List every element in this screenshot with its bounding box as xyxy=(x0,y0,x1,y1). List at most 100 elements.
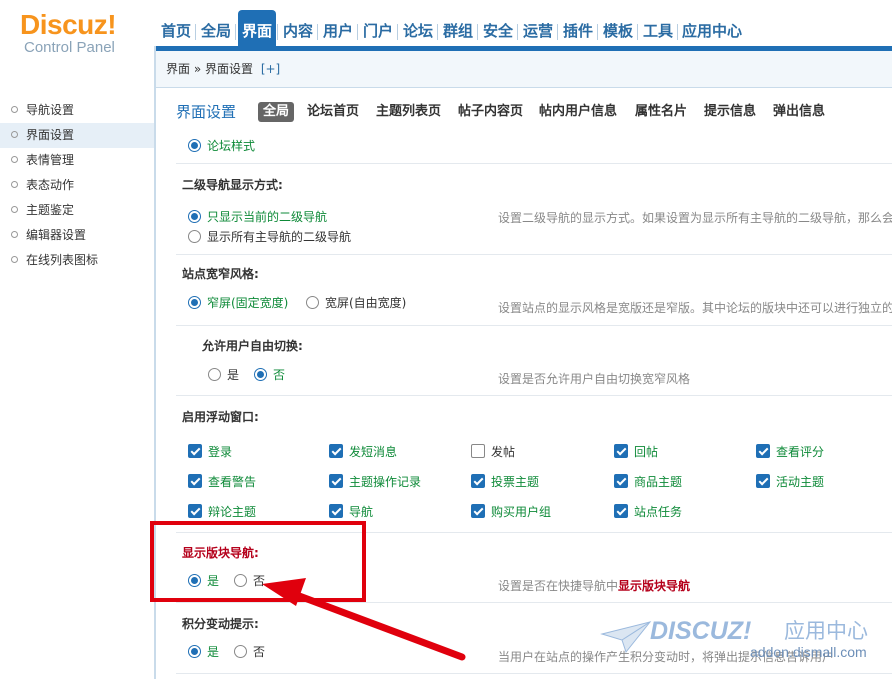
watermark-appcenter: 应用中心 xyxy=(784,619,868,643)
option-label: 是 xyxy=(207,645,220,659)
block-nav-description: 设置是否在快捷导航中显示版块导航 xyxy=(498,577,892,594)
subnav-tab-2[interactable]: 主题列表页 xyxy=(376,100,441,124)
credit-change-no-option[interactable]: 否 xyxy=(234,644,265,660)
subnav-tab-1[interactable]: 论坛首页 xyxy=(307,100,359,124)
divider xyxy=(176,325,892,326)
subnav-tab-0[interactable]: 全局 xyxy=(258,102,295,122)
float-window-checkbox-5[interactable]: 查看警告 xyxy=(188,474,256,490)
top-nav-tab-8[interactable]: 安全 xyxy=(480,10,516,46)
float-window-checkbox-13[interactable]: 站点任务 xyxy=(614,504,682,520)
top-nav-tab-1[interactable]: 全局 xyxy=(198,10,234,46)
bullet-icon xyxy=(11,256,18,263)
sidebar-item-3[interactable]: 表态动作 xyxy=(0,173,154,198)
radio-checked-icon xyxy=(254,368,267,381)
checkbox-checked-icon xyxy=(188,474,202,488)
checkbox-label: 商品主题 xyxy=(634,475,683,489)
sidebar-item-label: 编辑器设置 xyxy=(26,228,87,242)
user-switch-no-option[interactable]: 否 xyxy=(254,367,285,383)
option-label: 否 xyxy=(253,645,266,659)
radio-checked-icon xyxy=(188,210,201,223)
float-window-checkbox-2[interactable]: 发帖 xyxy=(471,444,515,460)
sidebar-item-0[interactable]: 导航设置 xyxy=(0,98,154,123)
width-wide-option[interactable]: 宽屏(自由宽度) xyxy=(306,295,406,311)
top-nav-tab-10[interactable]: 插件 xyxy=(560,10,596,46)
divider xyxy=(176,163,892,164)
subnav-tab-3[interactable]: 帖子内容页 xyxy=(458,100,523,124)
sidebar-item-6[interactable]: 在线列表图标 xyxy=(0,248,154,273)
checkbox-label: 查看警告 xyxy=(208,475,257,489)
checkbox-checked-icon xyxy=(756,444,770,458)
bullet-icon xyxy=(11,106,18,113)
option-label: 是 xyxy=(227,368,240,382)
float-window-checkbox-6[interactable]: 主题操作记录 xyxy=(329,474,421,490)
checkbox-checked-icon xyxy=(614,504,628,518)
float-window-checkbox-9[interactable]: 活动主题 xyxy=(756,474,824,490)
float-window-checkbox-1[interactable]: 发短消息 xyxy=(329,444,397,460)
top-nav-tab-2[interactable]: 界面 xyxy=(238,10,276,46)
checkbox-label: 投票主题 xyxy=(491,475,540,489)
radio-unchecked-icon xyxy=(188,230,201,243)
site-width-label: 站点宽窄风格: xyxy=(182,267,259,281)
credit-change-yes-option[interactable]: 是 xyxy=(188,644,219,660)
float-window-checkbox-4[interactable]: 查看评分 xyxy=(756,444,824,460)
checkbox-checked-icon xyxy=(329,474,343,488)
checkbox-label: 查看评分 xyxy=(776,445,825,459)
checkbox-label: 站点任务 xyxy=(634,505,683,519)
top-nav-tab-7[interactable]: 群组 xyxy=(440,10,476,46)
top-nav-tab-4[interactable]: 用户 xyxy=(320,10,356,46)
checkbox-checked-icon xyxy=(614,444,628,458)
float-window-checkbox-10[interactable]: 辩论主题 xyxy=(188,504,256,520)
top-nav-tab-12[interactable]: 工具 xyxy=(640,10,676,46)
checkbox-label: 活动主题 xyxy=(776,475,825,489)
highlight-box xyxy=(150,521,366,602)
sidebar-item-5[interactable]: 编辑器设置 xyxy=(0,223,154,248)
checkbox-checked-icon xyxy=(329,444,343,458)
user-switch-yes-option[interactable]: 是 xyxy=(208,367,239,383)
add-shortcut-button[interactable]: [+] xyxy=(261,62,280,76)
bullet-icon xyxy=(11,181,18,188)
checkbox-label: 发短消息 xyxy=(349,445,398,459)
top-nav-tab-3[interactable]: 内容 xyxy=(280,10,316,46)
subnav-tab-4[interactable]: 帖内用户信息 xyxy=(539,100,617,124)
sidebar-item-2[interactable]: 表情管理 xyxy=(0,148,154,173)
bullet-icon xyxy=(11,156,18,163)
breadcrumb: 界面 » 界面设置 [+] xyxy=(166,51,280,87)
subnav-tab-5[interactable]: 属性名片 xyxy=(635,100,687,124)
settings-subnav: 界面设置 全局 论坛首页 主题列表页 帖子内容页 帖内用户信息 属性名片 提示信息 弹出信息 xyxy=(166,100,892,124)
option-label: 宽屏(自由宽度) xyxy=(325,296,407,310)
checkbox-label: 购买用户组 xyxy=(491,505,552,519)
divider xyxy=(176,395,892,396)
top-nav-tab-5[interactable]: 门户 xyxy=(360,10,396,46)
bullet-icon xyxy=(11,206,18,213)
top-nav-separator xyxy=(357,24,358,40)
float-window-checkbox-3[interactable]: 回帖 xyxy=(614,444,658,460)
discuz-logo[interactable]: Discuz! Control Panel xyxy=(20,10,117,56)
sidebar-item-4[interactable]: 主题鉴定 xyxy=(0,198,154,223)
float-window-checkbox-11[interactable]: 导航 xyxy=(329,504,373,520)
top-nav-tab-13[interactable]: 应用中心 xyxy=(680,10,744,46)
top-nav-tab-11[interactable]: 模板 xyxy=(600,10,636,46)
top-nav-separator xyxy=(235,24,236,40)
sidebar-item-1[interactable]: 界面设置 xyxy=(0,123,154,148)
subnav-tab-6[interactable]: 提示信息 xyxy=(704,100,756,124)
subnav-current-option[interactable]: 只显示当前的二级导航 xyxy=(188,209,327,225)
subnav-tab-7[interactable]: 弹出信息 xyxy=(773,100,825,124)
float-window-checkbox-7[interactable]: 投票主题 xyxy=(471,474,539,490)
top-nav-separator xyxy=(317,24,318,40)
width-narrow-option[interactable]: 窄屏(固定宽度) xyxy=(188,295,288,311)
top-nav-separator xyxy=(597,24,598,40)
top-nav-tab-9[interactable]: 运营 xyxy=(520,10,556,46)
top-nav-tab-0[interactable]: 首页 xyxy=(158,10,194,46)
subnav-all-option[interactable]: 显示所有主导航的二级导航 xyxy=(188,229,351,245)
float-window-checkbox-0[interactable]: 登录 xyxy=(188,444,232,460)
checkbox-checked-icon xyxy=(188,444,202,458)
top-nav-tab-6[interactable]: 论坛 xyxy=(400,10,436,46)
checkbox-label: 回帖 xyxy=(634,445,659,459)
float-window-checkbox-8[interactable]: 商品主题 xyxy=(614,474,682,490)
checkbox-unchecked-icon xyxy=(471,444,485,458)
float-window-checkbox-12[interactable]: 购买用户组 xyxy=(471,504,551,520)
site-width-description: 设置站点的显示风格是宽版还是窄版。其中论坛的版块中还可以进行独立的 xyxy=(498,301,892,315)
forum-style-option[interactable]: 论坛样式 xyxy=(188,138,255,154)
top-nav-separator xyxy=(195,24,196,40)
top-nav-separator xyxy=(637,24,638,40)
